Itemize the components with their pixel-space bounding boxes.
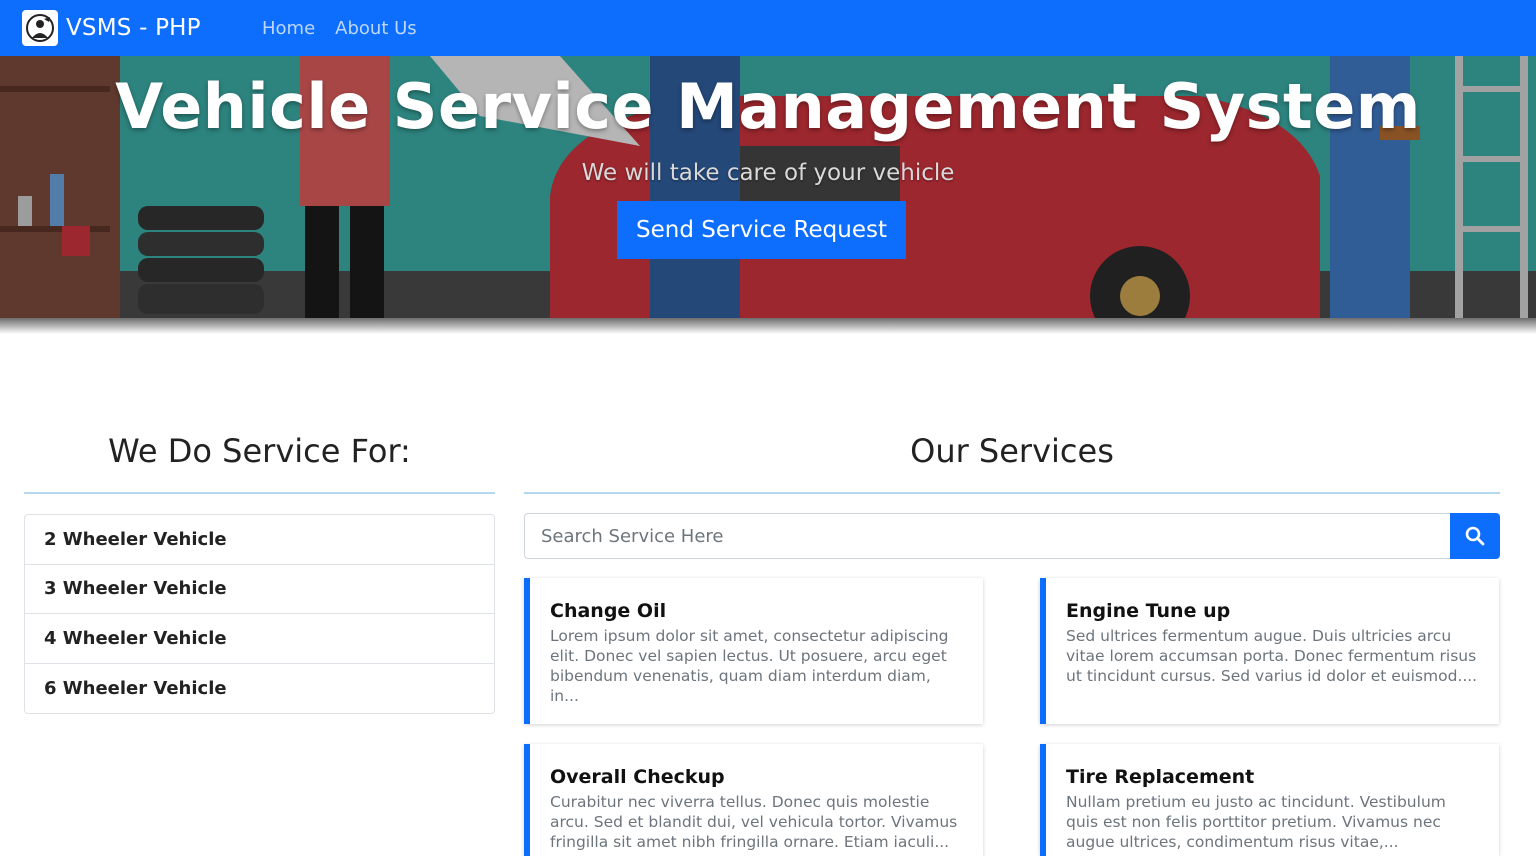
brand-name: VSMS - PHP [66, 15, 201, 41]
service-search [524, 513, 1500, 559]
list-item[interactable]: 2 Wheeler Vehicle [25, 515, 494, 565]
hero-title: Vehicle Service Management System [115, 70, 1421, 143]
service-description: Curabitur nec viverra tellus. Donec quis… [550, 793, 958, 851]
services-heading: Our Services [910, 432, 1114, 470]
list-item[interactable]: 3 Wheeler Vehicle [25, 565, 494, 614]
mechanic-logo-icon [22, 10, 58, 46]
left-divider [24, 492, 495, 494]
vehicle-type-list: 2 Wheeler Vehicle 3 Wheeler Vehicle 4 Wh… [24, 514, 495, 714]
service-card-tire-replacement[interactable]: Tire Replacement Nullam pretium eu justo… [1040, 744, 1499, 856]
nav-link-about[interactable]: About Us [335, 18, 417, 39]
service-description: Sed ultrices fermentum augue. Duis ultri… [1066, 627, 1478, 685]
hero-shadow [0, 318, 1536, 334]
service-title: Engine Tune up [1066, 600, 1231, 622]
service-title: Overall Checkup [550, 766, 725, 788]
service-title: Tire Replacement [1066, 766, 1255, 788]
brand[interactable]: VSMS - PHP [22, 6, 201, 50]
list-item[interactable]: 4 Wheeler Vehicle [25, 614, 494, 664]
search-input[interactable] [524, 513, 1450, 559]
nav-links: Home About Us [262, 0, 437, 56]
search-icon [1465, 526, 1485, 546]
service-title: Change Oil [550, 600, 667, 622]
navbar: VSMS - PHP Home About Us [0, 0, 1536, 56]
service-description: Lorem ipsum dolor sit amet, consectetur … [550, 627, 949, 705]
list-item[interactable]: 6 Wheeler Vehicle [25, 664, 494, 714]
hero-banner: Vehicle Service Management System We wil… [0, 56, 1536, 318]
service-card-change-oil[interactable]: Change Oil Lorem ipsum dolor sit amet, c… [524, 578, 983, 724]
hero-subtitle: We will take care of your vehicle [581, 160, 955, 186]
service-card-engine-tune-up[interactable]: Engine Tune up Sed ultrices fermentum au… [1040, 578, 1499, 724]
send-service-request-button[interactable]: Send Service Request [617, 201, 906, 259]
service-description: Nullam pretium eu justo ac tincidunt. Ve… [1066, 793, 1446, 851]
service-card-overall-checkup[interactable]: Overall Checkup Curabitur nec viverra te… [524, 744, 983, 856]
search-button[interactable] [1450, 513, 1500, 559]
vehicle-types-heading: We Do Service For: [108, 432, 411, 470]
right-divider [524, 492, 1500, 494]
nav-link-home[interactable]: Home [262, 18, 315, 39]
